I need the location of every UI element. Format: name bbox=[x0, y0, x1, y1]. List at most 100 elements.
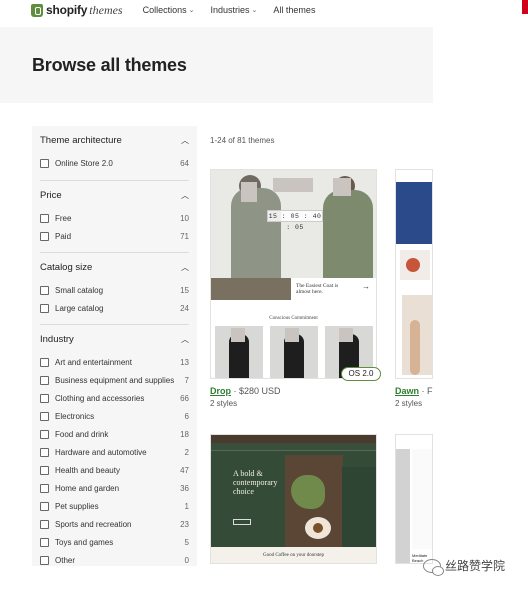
checkbox[interactable] bbox=[40, 375, 49, 385]
filter-option-large-catalog[interactable]: Large catalog 24 bbox=[40, 299, 189, 317]
filter-option-industry[interactable]: Clothing and accessories 66 bbox=[40, 389, 189, 407]
theme-thumbnail[interactable]: Meditate Beach bbox=[395, 434, 433, 564]
filter-option-label: Pet supplies bbox=[55, 501, 99, 511]
filter-option-industry[interactable]: Food and drink 18 bbox=[40, 425, 189, 443]
checkbox[interactable] bbox=[40, 483, 49, 493]
theme-styles-count: 2 styles bbox=[395, 399, 423, 408]
filter-option-industry[interactable]: Sports and recreation 23 bbox=[40, 515, 189, 533]
theme-name-link[interactable]: Dawn bbox=[395, 386, 419, 396]
filter-option-online-store-2[interactable]: Online Store 2.0 64 bbox=[40, 154, 189, 172]
filter-group-header[interactable]: Price ︿ bbox=[40, 181, 189, 209]
filter-option-paid[interactable]: Paid 71 bbox=[40, 227, 189, 245]
checkbox[interactable] bbox=[40, 429, 49, 439]
checkbox[interactable] bbox=[40, 537, 49, 547]
checkbox[interactable] bbox=[40, 213, 49, 223]
theme-name-link[interactable]: Drop bbox=[210, 386, 231, 396]
page-title: Browse all themes bbox=[32, 55, 187, 75]
filter-option-label: Online Store 2.0 bbox=[55, 158, 113, 168]
filter-option-industry[interactable]: Other 0 bbox=[40, 551, 189, 569]
theme-price: · $280 USD bbox=[231, 386, 281, 396]
filter-option-count: 10 bbox=[180, 213, 189, 223]
theme-styles-count: 2 styles bbox=[210, 399, 238, 408]
product-image bbox=[410, 320, 420, 375]
checkbox[interactable] bbox=[40, 231, 49, 241]
theme-card-title: Drop · $280 USD bbox=[210, 386, 281, 396]
filter-option-industry[interactable]: Electronics 6 bbox=[40, 407, 189, 425]
checkbox[interactable] bbox=[40, 285, 49, 295]
thumbnail-headline: A bold & contemporary choice bbox=[233, 469, 278, 496]
privacy-mosaic bbox=[333, 178, 351, 196]
filter-group-title: Catalog size bbox=[40, 261, 93, 273]
filter-option-label: Paid bbox=[55, 231, 72, 241]
theme-card-title: Dawn · Fr bbox=[395, 386, 433, 396]
filter-option-industry[interactable]: Home and garden 36 bbox=[40, 479, 189, 497]
filter-group-industry: Industry ︿ Art and entertainment 13 Busin… bbox=[40, 325, 189, 569]
filter-option-count: 7 bbox=[184, 375, 189, 385]
filter-group-header[interactable]: Catalog size ︿ bbox=[40, 253, 189, 281]
filter-group-header[interactable]: Industry ︿ bbox=[40, 325, 189, 353]
checkbox[interactable] bbox=[40, 303, 49, 313]
thumbnail-headline: The Easiest Coat is almost here. bbox=[296, 283, 339, 295]
checkbox[interactable] bbox=[40, 357, 49, 367]
checkbox[interactable] bbox=[40, 447, 49, 457]
filter-group-theme-architecture: Theme architecture ︿ Online Store 2.0 64 bbox=[40, 126, 189, 181]
filter-option-industry[interactable]: Health and beauty 47 bbox=[40, 461, 189, 479]
filter-option-industry[interactable]: Business equipment and supplies 7 bbox=[40, 371, 189, 389]
filter-group-catalog-size: Catalog size ︿ Small catalog 15 Large ca… bbox=[40, 253, 189, 325]
plant-image bbox=[291, 475, 325, 509]
nav-industries[interactable]: Industries ⌄ bbox=[211, 5, 258, 15]
filter-option-industry[interactable]: Hardware and automotive 2 bbox=[40, 443, 189, 461]
privacy-mosaic bbox=[285, 328, 299, 342]
filter-option-count: 71 bbox=[180, 231, 189, 241]
product-image bbox=[406, 258, 420, 272]
checkbox[interactable] bbox=[40, 555, 49, 565]
filter-option-count: 47 bbox=[180, 465, 189, 475]
shopify-bag-icon bbox=[31, 3, 43, 17]
filter-option-industry[interactable]: Toys and games 5 bbox=[40, 533, 189, 551]
filter-option-industry[interactable]: Pet supplies 1 bbox=[40, 497, 189, 515]
edge-red-marker bbox=[522, 0, 528, 14]
theme-thumbnail-drop[interactable]: 15 : 05 : 40 : 05 The Easiest Coat is al… bbox=[210, 169, 377, 379]
logo-text: shopify bbox=[46, 3, 88, 17]
thumbnail-footer-text: Good Coffee on your doorstep bbox=[211, 547, 376, 563]
coffee-cup-image bbox=[305, 517, 331, 539]
chevron-up-icon: ︿ bbox=[181, 135, 189, 145]
checkbox[interactable] bbox=[40, 501, 49, 511]
nav-industries-label: Industries bbox=[210, 5, 250, 15]
checkbox[interactable] bbox=[40, 158, 49, 168]
countdown-timer: 15 : 05 : 40 : 05 bbox=[267, 210, 323, 231]
checkbox[interactable] bbox=[40, 393, 49, 403]
top-nav: shopify themes Collections ⌄ Industries … bbox=[0, 0, 433, 20]
checkbox[interactable] bbox=[40, 465, 49, 475]
filter-group-price: Price ︿ Free 10 Paid 71 bbox=[40, 181, 189, 253]
chevron-up-icon: ︿ bbox=[181, 262, 189, 272]
privacy-mosaic bbox=[231, 328, 245, 342]
checkbox[interactable] bbox=[40, 411, 49, 421]
shopify-themes-logo[interactable]: shopify themes bbox=[31, 0, 123, 20]
theme-thumbnail-dawn[interactable] bbox=[395, 169, 433, 379]
filter-option-count: 0 bbox=[184, 555, 189, 565]
filter-option-label: Clothing and accessories bbox=[55, 393, 145, 403]
checkbox[interactable] bbox=[40, 519, 49, 529]
theme-price: · Fr bbox=[421, 386, 433, 396]
filter-group-header[interactable]: Theme architecture ︿ bbox=[40, 126, 189, 154]
wechat-icon bbox=[423, 558, 444, 576]
filter-option-small-catalog[interactable]: Small catalog 15 bbox=[40, 281, 189, 299]
filter-group-title: Price bbox=[40, 189, 62, 201]
filter-option-count: 6 bbox=[184, 411, 189, 421]
nav-collections-label: Collections bbox=[142, 5, 187, 15]
filter-group-title: Theme architecture bbox=[40, 134, 122, 146]
filter-option-count: 64 bbox=[180, 158, 189, 168]
hero-photo: 15 : 05 : 40 : 05 bbox=[211, 170, 376, 278]
nav-all-themes[interactable]: All themes bbox=[273, 5, 315, 15]
banner-image bbox=[211, 278, 291, 300]
hero-banner: Browse all themes bbox=[0, 27, 433, 103]
filter-option-industry[interactable]: Art and entertainment 13 bbox=[40, 353, 189, 371]
filter-option-label: Free bbox=[55, 213, 72, 223]
filter-option-free[interactable]: Free 10 bbox=[40, 209, 189, 227]
filter-option-label: Home and garden bbox=[55, 483, 120, 493]
theme-thumbnail[interactable]: A bold & contemporary choice Good Coffee… bbox=[210, 434, 377, 564]
filter-option-count: 23 bbox=[180, 519, 189, 529]
nav-collections[interactable]: Collections ⌄ bbox=[143, 5, 195, 15]
nav-all-themes-label: All themes bbox=[273, 5, 316, 15]
